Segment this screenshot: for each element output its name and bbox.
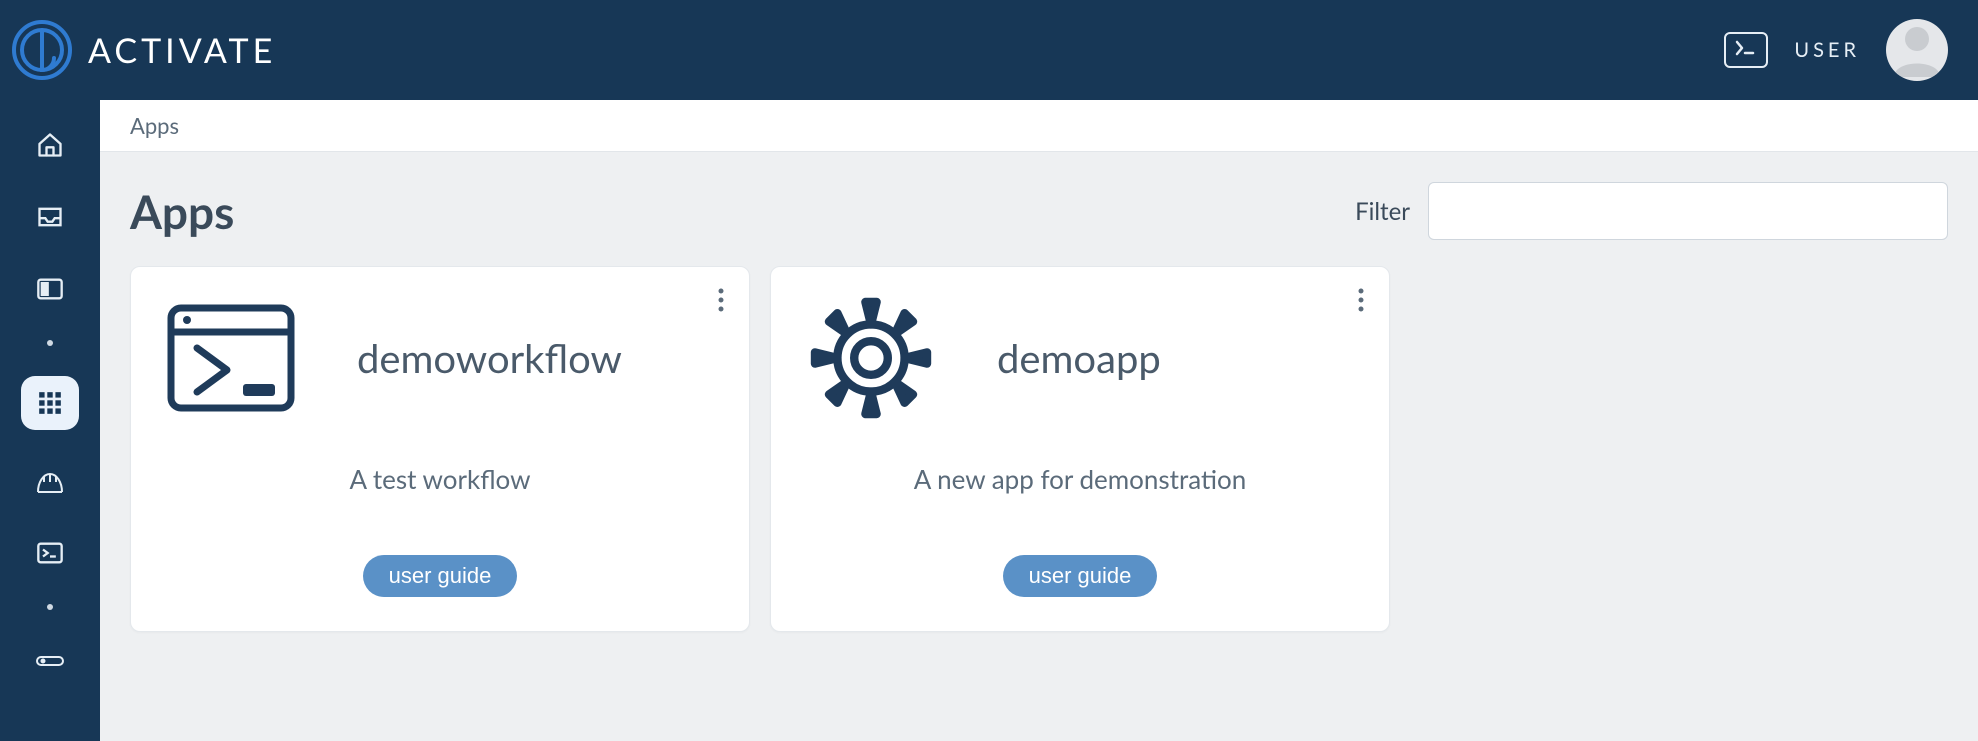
brand-mark-icon xyxy=(10,18,74,82)
app-name: demoapp xyxy=(997,334,1161,382)
filter-label: Filter xyxy=(1355,197,1410,226)
heading-row: Apps Filter xyxy=(130,182,1948,240)
main: Apps Apps Filter xyxy=(100,100,1978,741)
dots-vertical-icon xyxy=(717,298,725,317)
sidebar-item-inbox[interactable] xyxy=(26,196,74,238)
app-description: A test workflow xyxy=(161,463,719,495)
app-cards: demoworkflow A test workflow user guide xyxy=(130,266,1948,632)
topbar-right: USER xyxy=(1724,19,1948,81)
sidebar-item-terminal[interactable] xyxy=(26,532,74,574)
arch-icon xyxy=(35,468,65,494)
sidebar-separator xyxy=(47,340,53,346)
user-label[interactable]: USER xyxy=(1794,38,1860,62)
content: Apps Filter xyxy=(100,152,1978,662)
server-icon xyxy=(35,655,65,667)
sidebar-item-apps[interactable] xyxy=(21,376,79,430)
brand-logo[interactable]: ACTIVATE xyxy=(10,18,276,82)
card-menu-button[interactable] xyxy=(1357,287,1365,317)
avatar[interactable] xyxy=(1886,19,1948,81)
app-description: A new app for demonstration xyxy=(801,463,1359,495)
app-card[interactable]: demoworkflow A test workflow user guide xyxy=(130,266,750,632)
inbox-icon xyxy=(36,205,64,229)
terminal-window-icon xyxy=(161,293,301,423)
sidebar-item-arch[interactable] xyxy=(26,460,74,502)
user-guide-button[interactable]: user guide xyxy=(363,555,518,597)
card-menu-button[interactable] xyxy=(717,287,725,317)
sidebar-separator-2 xyxy=(47,604,53,610)
apps-grid-icon xyxy=(37,390,63,416)
filter-input[interactable] xyxy=(1428,182,1948,240)
home-icon xyxy=(36,131,64,159)
sidebar-item-panel[interactable] xyxy=(26,268,74,310)
dots-vertical-icon xyxy=(1357,298,1365,317)
breadcrumb-bar: Apps xyxy=(100,100,1978,152)
terminal-small-icon xyxy=(36,541,64,565)
filter-wrap: Filter xyxy=(1355,182,1948,240)
sidebar xyxy=(0,100,100,741)
topbar: ACTIVATE USER xyxy=(0,0,1978,100)
brand-name: ACTIVATE xyxy=(88,30,276,71)
panel-icon xyxy=(36,277,64,301)
sidebar-item-server[interactable] xyxy=(26,640,74,682)
terminal-button[interactable] xyxy=(1724,32,1768,68)
terminal-icon xyxy=(1735,40,1757,60)
user-guide-button[interactable]: user guide xyxy=(1003,555,1158,597)
app-card[interactable]: demoapp A new app for demonstration user… xyxy=(770,266,1390,632)
avatar-icon xyxy=(1886,19,1948,81)
gear-icon xyxy=(801,293,941,423)
sidebar-item-home[interactable] xyxy=(26,124,74,166)
page-title: Apps xyxy=(130,184,234,239)
app-name: demoworkflow xyxy=(357,334,622,382)
breadcrumb[interactable]: Apps xyxy=(130,112,179,139)
